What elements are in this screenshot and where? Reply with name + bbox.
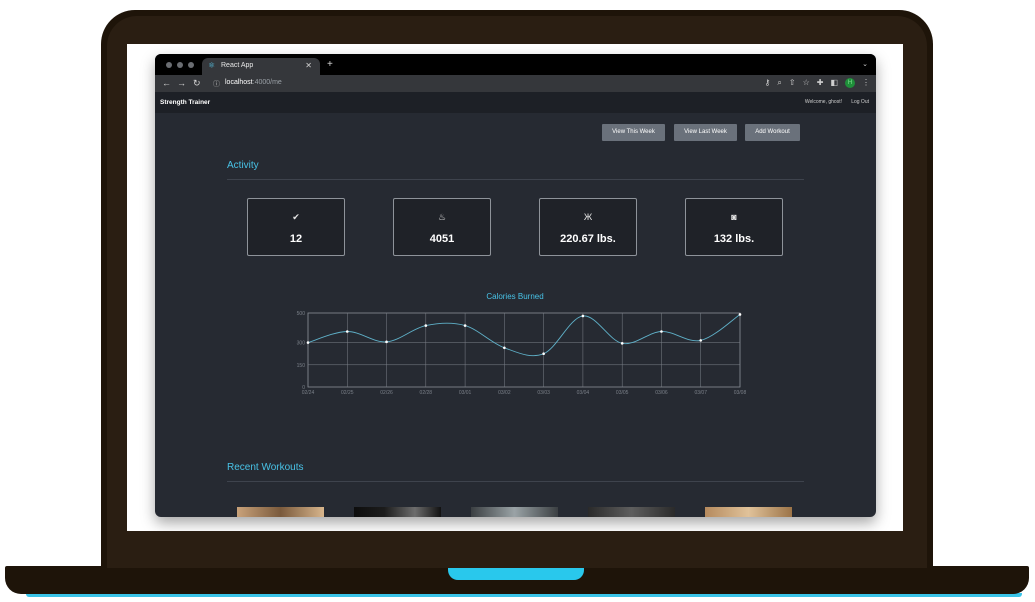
data-point [620, 342, 624, 345]
workout-thumbnail[interactable] [237, 507, 324, 517]
profile-avatar[interactable]: H [845, 78, 855, 88]
react-icon: ⚛ [208, 61, 216, 70]
browser-window: ⚛ React App ✕ + ⌄ ← → ↻ ⓘ localhost:4000… [155, 54, 876, 517]
kebab-menu-icon[interactable]: ⋮ [862, 78, 870, 88]
x-tick-label: 03/03 [537, 390, 550, 396]
x-tick-label: 03/08 [734, 390, 747, 396]
laptop-mockup: ⚛ React App ✕ + ⌄ ← → ↻ ⓘ localhost:4000… [0, 0, 1035, 602]
chevron-down-icon[interactable]: ⌄ [862, 60, 868, 68]
x-tick-label: 02/28 [420, 390, 433, 396]
data-point [660, 330, 663, 333]
zoom-icon[interactable]: ⌕ [777, 78, 781, 88]
browser-tab-bar: ⚛ React App ✕ + ⌄ [155, 54, 876, 75]
workout-thumbnail[interactable] [354, 507, 441, 517]
new-tab-button[interactable]: + [327, 59, 333, 70]
stat-card-lifted: Ж 220.67 lbs. [539, 198, 637, 256]
laptop-screen: ⚛ React App ✕ + ⌄ ← → ↻ ⓘ localhost:4000… [127, 44, 903, 531]
data-point [345, 330, 349, 333]
x-tick-label: 03/01 [459, 390, 472, 396]
series-line [307, 314, 741, 357]
y-tick-label: 500 [297, 311, 306, 317]
view-this-week-button[interactable]: View This Week [602, 124, 665, 141]
sidebar-icon[interactable]: ◧ [830, 78, 838, 88]
app-navbar: Strength Trainer Welcome, ghost! Log Out [155, 92, 876, 113]
stat-value: 220.67 lbs. [560, 233, 616, 245]
stat-card-calories: ♨ 4051 [393, 198, 491, 256]
workout-thumbnail[interactable] [705, 507, 792, 517]
activity-divider [227, 179, 804, 180]
close-window-dot[interactable] [166, 62, 172, 68]
data-point [699, 339, 703, 342]
stat-value: 4051 [429, 233, 455, 245]
tab-title: React App [221, 62, 254, 69]
stat-card-weight: ◙ 132 lbs. [685, 198, 783, 256]
view-last-week-button[interactable]: View Last Week [674, 124, 737, 141]
minimize-window-dot[interactable] [177, 62, 183, 68]
recent-workouts-heading: Recent Workouts [227, 462, 304, 473]
data-point [581, 314, 585, 318]
window-controls[interactable] [166, 62, 194, 68]
data-point [306, 341, 310, 344]
url-field[interactable]: localhost:4000/me [225, 79, 282, 86]
data-point [424, 324, 428, 327]
laptop-notch [448, 566, 584, 580]
y-tick-label: 150 [297, 363, 306, 369]
weightlifter-icon: Ж [583, 212, 593, 222]
info-icon[interactable]: ⓘ [213, 79, 220, 89]
stat-card-workouts: ✔ 12 [247, 198, 345, 256]
add-workout-button[interactable]: Add Workout [745, 124, 800, 141]
data-point [738, 313, 742, 316]
chart-title: Calories Burned [486, 292, 544, 301]
app-brand[interactable]: Strength Trainer [160, 99, 210, 106]
x-tick-label: 03/04 [577, 390, 590, 396]
star-icon[interactable]: ☆ [803, 78, 810, 88]
data-point [463, 324, 467, 327]
recent-divider [227, 481, 804, 482]
x-tick-label: 03/05 [616, 390, 629, 396]
url-host: localhost [225, 79, 253, 86]
maximize-window-dot[interactable] [188, 62, 194, 68]
double-check-icon: ✔ [292, 212, 300, 222]
forward-arrow-icon[interactable]: → [177, 78, 186, 88]
reload-icon[interactable]: ↻ [193, 78, 201, 89]
workout-thumbnail[interactable] [471, 507, 558, 517]
url-path: :4000/me [252, 79, 282, 86]
data-point [503, 346, 506, 350]
back-arrow-icon[interactable]: ← [162, 78, 171, 88]
x-tick-label: 03/07 [694, 390, 707, 396]
tab-close-icon[interactable]: ✕ [305, 61, 312, 70]
activity-heading: Activity [227, 160, 259, 171]
data-point [385, 340, 388, 344]
x-tick-label: 02/26 [380, 390, 393, 396]
x-tick-label: 03/06 [655, 390, 668, 396]
logout-link[interactable]: Log Out [851, 99, 869, 105]
welcome-text: Welcome, ghost! [804, 99, 842, 105]
browser-tab[interactable]: ⚛ React App ✕ [202, 58, 320, 75]
x-tick-label: 02/25 [341, 390, 354, 396]
key-icon[interactable]: ⚷ [765, 78, 771, 88]
data-point [542, 352, 545, 355]
workout-thumbnail[interactable] [588, 507, 675, 517]
x-tick-label: 03/02 [498, 390, 511, 396]
stat-value: 132 lbs. [713, 233, 755, 245]
scale-icon: ◙ [731, 212, 737, 222]
y-tick-label: 300 [297, 341, 306, 347]
stat-value: 12 [289, 233, 303, 245]
share-icon[interactable]: ⇧ [789, 78, 796, 88]
chart-frame [307, 312, 741, 388]
address-bar: ← → ↻ ⓘ localhost:4000/me ⚷ ⌕ ⇧ ☆ ✚ ◧ H … [155, 75, 876, 92]
calories-line-chart: 02/24 02/25 02/26 02/28 03/01 03/02 03/03 03/04… [297, 311, 747, 396]
flame-icon: ♨ [437, 212, 447, 222]
y-tick-label: 0 [302, 385, 305, 391]
extensions-icon[interactable]: ✚ [817, 78, 824, 88]
